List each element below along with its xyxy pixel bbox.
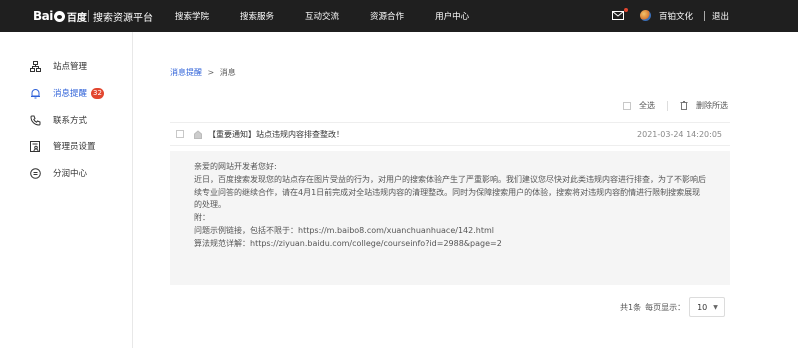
logout-link[interactable]: 退出	[712, 10, 729, 22]
breadcrumb-separator: >	[207, 68, 215, 77]
notification-dot	[624, 8, 628, 12]
nav-item-user-center[interactable]: 用户中心	[435, 10, 469, 22]
top-bar: Bai 百度 搜索资源平台 搜索学院 搜索服务 互动交流 资源合作 用户中心 百…	[0, 0, 798, 32]
message-row[interactable]: 【重要通知】站点违规内容排查整改！ 2021-03-24 14:20:05	[170, 122, 730, 146]
nav-item-cooperation[interactable]: 资源合作	[370, 10, 404, 22]
message-checkbox[interactable]	[176, 130, 184, 138]
message-timestamp: 2021-03-24 14:20:05	[637, 129, 722, 139]
pagination: 共1条 每页显示： 10 ▼	[620, 297, 726, 317]
main-nav: 搜索学院 搜索服务 互动交流 资源合作 用户中心	[175, 10, 500, 22]
username[interactable]: 百铂文化	[659, 10, 693, 22]
page-size-select[interactable]: 10 ▼	[689, 297, 726, 317]
logo-divider	[88, 10, 89, 22]
message-title[interactable]: 【重要通知】站点违规内容排查整改！	[208, 129, 344, 140]
logo-du-text: 百度	[66, 12, 87, 24]
message-example-link[interactable]: 问题示例链接，包括不限于：https://m.baibo8.com/xuanch…	[194, 225, 706, 238]
sitemap-icon	[29, 60, 41, 72]
phone-icon	[29, 114, 41, 126]
per-page-label: 每页显示：	[645, 302, 686, 312]
coin-icon	[29, 167, 41, 179]
envelope-open-icon	[194, 129, 202, 139]
page-size-value: 10	[697, 302, 708, 312]
sidebar-item-label: 站点管理	[53, 62, 88, 72]
platform-name: 搜索资源平台	[93, 13, 153, 24]
message-actions: 全选 删除所选	[623, 100, 728, 111]
chevron-down-icon: ▼	[713, 303, 718, 311]
nav-item-search-service[interactable]: 搜索服务	[240, 10, 274, 22]
breadcrumb-current: 消息	[219, 68, 236, 77]
avatar[interactable]	[640, 10, 651, 21]
sidebar-item-messages[interactable]: 消息提醒 32	[29, 86, 105, 100]
sidebar: 站点管理 消息提醒 32 联系方式 管理员设置 分润中心	[0, 32, 133, 348]
unread-count-badge: 32	[91, 87, 105, 99]
message-guideline-link[interactable]: 算法规范详解：https://ziyuan.baidu.com/college/…	[194, 238, 706, 251]
sidebar-item-contact[interactable]: 联系方式	[29, 113, 87, 127]
message-paragraph-line: 续专业问答的继续合作，请在4月1日前完成对全站违规内容的清理整改。同时为保障搜索…	[194, 187, 701, 197]
message-body: 亲爱的网站开发者您好: 近日，百度搜索发现您的站点存在图片受益的行为，对用户的搜…	[170, 151, 730, 285]
breadcrumb: 消息提醒 > 消息	[170, 67, 236, 78]
baidu-logo[interactable]: Bai 百度	[33, 8, 87, 24]
message-paragraph-line: 近日，百度搜索发现您的站点存在图片受益的行为，对用户的搜索体验产生了严重影响。我…	[194, 174, 706, 184]
breadcrumb-link-messages[interactable]: 消息提醒	[170, 68, 202, 77]
nav-item-community[interactable]: 互动交流	[305, 10, 339, 22]
sidebar-item-admin-settings[interactable]: 管理员设置	[29, 139, 96, 153]
sidebar-item-label: 分润中心	[53, 169, 88, 179]
actions-divider	[667, 100, 668, 111]
total-count: 共1条	[620, 302, 642, 312]
delete-selected-button[interactable]: 删除所选	[696, 100, 728, 111]
nav-item-search-academy[interactable]: 搜索学院	[175, 10, 209, 22]
trash-icon[interactable]	[680, 101, 688, 110]
message-attachment-label: 附：	[194, 213, 210, 223]
mail-icon[interactable]	[612, 11, 624, 20]
logo-text: Bai	[33, 9, 53, 23]
message-paragraph-line: 的处理。	[194, 200, 226, 210]
bell-icon	[29, 87, 41, 99]
select-all-checkbox[interactable]	[623, 101, 631, 110]
sidebar-item-label: 管理员设置	[53, 142, 96, 152]
message-greeting: 亲爱的网站开发者您好:	[194, 162, 277, 171]
sidebar-item-revenue-center[interactable]: 分润中心	[29, 166, 87, 180]
sidebar-item-label: 联系方式	[53, 116, 88, 126]
sidebar-item-label: 消息提醒	[53, 89, 88, 99]
sidebar-item-site-management[interactable]: 站点管理	[29, 59, 87, 73]
paw-icon	[53, 10, 65, 22]
admin-icon	[29, 140, 41, 152]
select-all-label[interactable]: 全选	[639, 100, 655, 111]
header-divider	[704, 11, 705, 21]
